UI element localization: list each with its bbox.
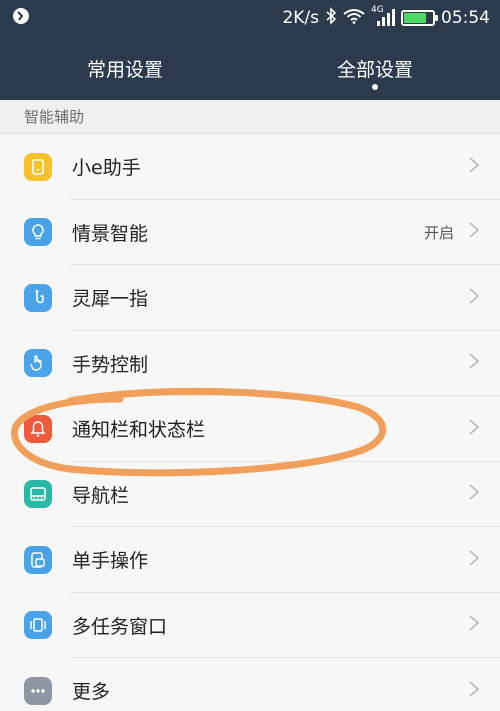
list-item[interactable]: 手势控制	[0, 331, 500, 397]
item-label: 灵犀一指	[72, 288, 149, 311]
list-item[interactable]: 多任务窗口	[0, 593, 500, 659]
item-label: 多任务窗口	[72, 615, 168, 638]
item-label: 更多	[72, 681, 111, 704]
chevron-right-icon	[468, 549, 480, 571]
chevron-right-icon	[468, 483, 480, 505]
finger-touch-icon	[24, 283, 52, 312]
clock: 05:54	[441, 8, 490, 28]
battery-icon	[401, 10, 438, 26]
item-label: 导航栏	[72, 484, 130, 507]
hand-gesture-icon	[24, 349, 52, 378]
item-label: 单手操作	[72, 550, 149, 573]
item-label: 通知栏和状态栏	[72, 419, 206, 442]
phone-assistant-icon	[24, 152, 52, 181]
item-label: 手势控制	[72, 353, 149, 376]
item-label: 小e助手	[72, 157, 141, 180]
list-item[interactable]: 单手操作	[0, 527, 500, 593]
settings-list: 小e助手情景智能 开启灵犀一指手势控制通知栏和状态栏 导航栏单手操作多任务窗口更多	[0, 134, 500, 711]
chevron-right-icon	[468, 221, 480, 243]
chevron-right-icon	[468, 287, 480, 309]
chevron-right-icon	[468, 156, 480, 178]
bell-icon	[24, 414, 52, 443]
tab-common-settings[interactable]: 常用设置	[0, 36, 250, 100]
network-speed: 2K/s	[282, 8, 319, 28]
list-item[interactable]: 更多	[0, 658, 500, 711]
chevron-right-icon	[468, 418, 480, 440]
tab-label: 全部设置	[336, 58, 413, 81]
item-value: 开启	[423, 223, 454, 242]
tab-all-settings[interactable]: 全部设置	[250, 36, 500, 100]
active-tab-indicator	[372, 84, 378, 90]
wifi-icon	[343, 8, 365, 29]
more-dots-icon	[24, 676, 52, 705]
chevron-right-icon	[468, 352, 480, 374]
list-item[interactable]: 导航栏	[0, 462, 500, 528]
one-hand-icon	[24, 545, 52, 574]
multi-window-icon	[24, 611, 52, 640]
list-item[interactable]: 情景智能 开启	[0, 200, 500, 266]
list-item[interactable]: 小e助手	[0, 134, 500, 200]
chevron-right-icon	[468, 680, 480, 702]
settings-tabs: 常用设置 全部设置	[0, 36, 500, 100]
status-bar: 2K/s 4G 05:54	[0, 0, 500, 36]
list-item[interactable]: 灵犀一指	[0, 265, 500, 331]
lightbulb-icon	[24, 218, 52, 247]
app-notification-icon	[12, 7, 30, 30]
signal-icon: 4G	[371, 5, 395, 27]
tab-label: 常用设置	[86, 58, 163, 81]
list-item[interactable]: 通知栏和状态栏	[0, 396, 500, 462]
item-label: 情景智能	[72, 222, 149, 245]
section-header: 智能辅助	[0, 100, 500, 134]
navigation-bar-icon	[24, 480, 52, 509]
bluetooth-icon	[325, 6, 337, 30]
chevron-right-icon	[468, 614, 480, 636]
